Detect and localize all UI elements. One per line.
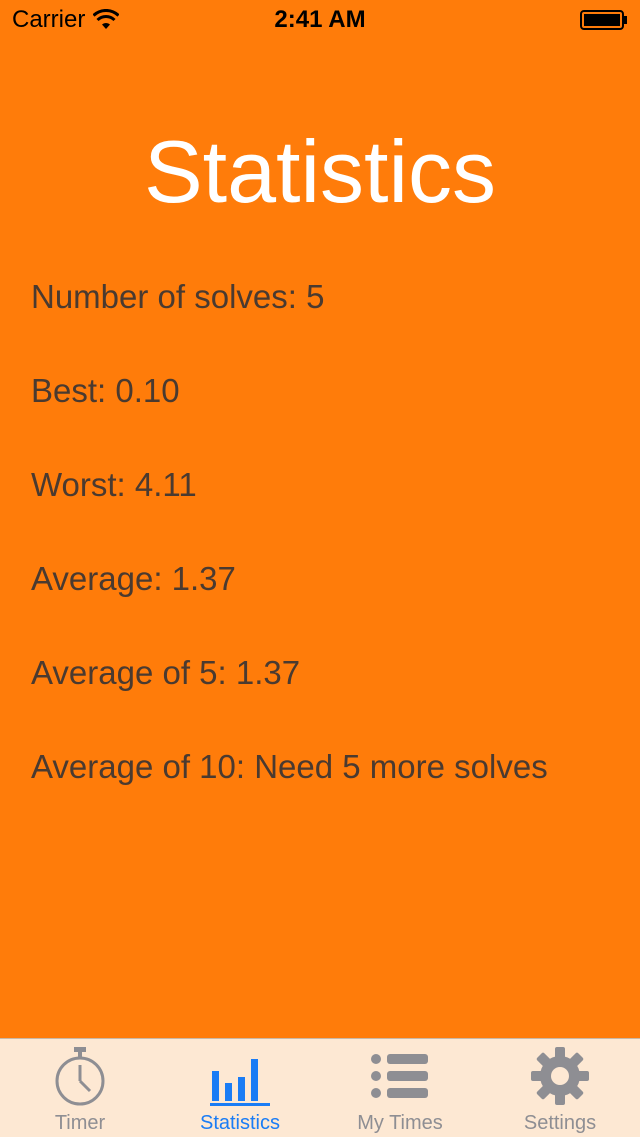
tab-timer-label: Timer bbox=[54, 1112, 106, 1134]
list-icon bbox=[371, 1054, 428, 1098]
stats-list: Number of solves: 5 Best: 0.10 Worst: 4.… bbox=[31, 276, 548, 840]
tab-bar: Timer Statistics My Times Settings bbox=[0, 1038, 640, 1137]
tab-settings[interactable]: Settings bbox=[480, 1039, 640, 1137]
stat-best: Best: 0.10 bbox=[31, 372, 180, 409]
stat-average: Average: 1.37 bbox=[31, 560, 236, 597]
bar-chart-icon bbox=[210, 1059, 270, 1106]
stat-average-of-5: Average of 5: 1.37 bbox=[31, 654, 301, 691]
page-title: Statistics bbox=[143, 122, 497, 221]
stat-number-of-solves: Number of solves: 5 bbox=[31, 278, 325, 315]
stat-worst: Worst: 4.11 bbox=[31, 466, 197, 503]
stat-average-of-10: Average of 10: Need 5 more solves bbox=[31, 748, 548, 785]
stopwatch-icon bbox=[55, 1047, 105, 1106]
tab-statistics-label: Statistics bbox=[199, 1112, 281, 1134]
tab-timer[interactable]: Timer bbox=[0, 1039, 160, 1137]
battery-full-icon bbox=[580, 10, 627, 30]
tab-settings-label: Settings bbox=[523, 1112, 597, 1134]
gear-icon bbox=[531, 1047, 589, 1105]
tab-statistics[interactable]: Statistics bbox=[160, 1039, 320, 1137]
status-bar: Carrier 2:41 AM bbox=[0, 0, 640, 40]
tab-my-times[interactable]: My Times bbox=[320, 1039, 480, 1137]
tab-my-times-label: My Times bbox=[357, 1112, 443, 1134]
status-time: 2:41 AM bbox=[274, 6, 366, 33]
